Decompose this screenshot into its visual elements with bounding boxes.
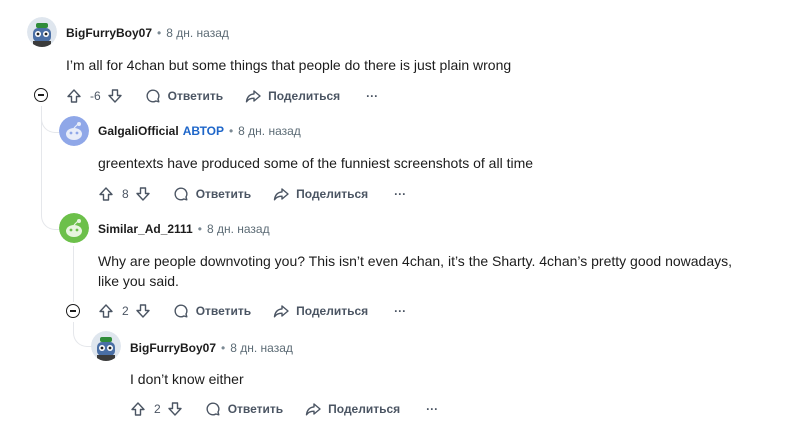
op-badge: АВТОР [182,124,224,138]
comment-meta: GalgaliOfficial АВТОР • 8 дн. назад [98,124,301,138]
comment-text-line-2: like you said. [98,273,179,289]
downvote-icon[interactable] [107,88,123,104]
share-icon [273,305,289,318]
thread-connector [41,108,60,133]
avatar[interactable] [27,17,57,47]
author-name[interactable]: BigFurryBoy07 [66,26,152,40]
separator: • [221,341,226,355]
share-label: Поделиться [296,187,369,201]
avatar[interactable] [59,116,89,146]
downvote-icon[interactable] [135,186,151,202]
collapse-button[interactable] [66,304,80,318]
comment-actions: 8 Ответить Поделиться ··· [98,183,406,205]
reply-button[interactable]: Ответить [205,401,283,417]
share-icon [245,90,261,103]
vote-score: 2 [122,304,129,318]
comment-meta: BigFurryBoy07 • 8 дн. назад [66,26,229,40]
avatar[interactable] [59,213,89,243]
reply-label: Ответить [227,402,284,416]
comment-actions: -6 Ответить Поделиться ··· [66,85,378,107]
author-name[interactable]: BigFurryBoy07 [130,341,216,355]
comment-actions: 2 Ответить Поделиться ··· [130,398,438,420]
timestamp[interactable]: 8 дн. назад [166,26,229,40]
thread-connector [41,200,60,230]
vote-score: -6 [90,89,101,103]
separator: • [228,124,234,138]
reply-label: Ответить [167,89,224,103]
vote-score: 8 [122,187,129,201]
reply-button[interactable]: Ответить [173,303,251,319]
comment-text-line-1: Why are people downvoting you? This isn’… [98,253,733,269]
share-button[interactable]: Поделиться [273,303,368,319]
downvote-icon[interactable] [135,303,151,319]
reply-label: Ответить [195,187,252,201]
collapse-button[interactable] [34,88,48,102]
avatar[interactable] [91,331,121,361]
comment-icon [174,187,188,201]
share-button[interactable]: Поделиться [245,88,340,104]
comment-icon [206,402,220,416]
share-button[interactable]: Поделиться [305,401,400,417]
upvote-icon[interactable] [98,303,114,319]
author-name[interactable]: Similar_Ad_2111 [98,222,193,236]
share-button[interactable]: Поделиться [273,186,368,202]
timestamp[interactable]: 8 дн. назад [207,222,270,236]
comment-actions: 2 Ответить Поделиться ··· [98,300,406,322]
comment-icon [174,304,188,318]
downvote-icon[interactable] [167,401,183,417]
more-options-button[interactable]: ··· [426,402,438,416]
share-label: Поделиться [268,89,341,103]
share-icon [305,403,321,416]
reply-button[interactable]: Ответить [173,186,251,202]
comment-text: I don’t know either [130,371,244,387]
share-label: Поделиться [296,304,369,318]
reply-label: Ответить [195,304,252,318]
comment-text: greentexts have produced some of the fun… [98,155,534,171]
more-options-button[interactable]: ··· [394,187,406,201]
comment-meta: BigFurryBoy07 • 8 дн. назад [130,341,293,355]
comment-text: I’m all for 4chan but some things that p… [66,57,512,73]
author-name[interactable]: GalgaliOfficial [98,124,179,138]
timestamp[interactable]: 8 дн. назад [230,341,293,355]
separator: • [157,26,162,40]
reply-button[interactable]: Ответить [145,88,223,104]
comment-meta: Similar_Ad_2111 • 8 дн. назад [98,222,270,236]
upvote-icon[interactable] [130,401,146,417]
separator: • [197,222,202,236]
more-options-button[interactable]: ··· [366,89,378,103]
share-icon [273,188,289,201]
thread-connector [73,322,92,347]
vote-score: 2 [154,402,161,416]
more-options-button[interactable]: ··· [394,304,406,318]
upvote-icon[interactable] [66,88,82,104]
upvote-icon[interactable] [98,186,114,202]
thread-line-nested [73,246,74,302]
share-label: Поделиться [328,402,401,416]
comment-icon [146,89,160,103]
timestamp[interactable]: 8 дн. назад [238,124,301,138]
